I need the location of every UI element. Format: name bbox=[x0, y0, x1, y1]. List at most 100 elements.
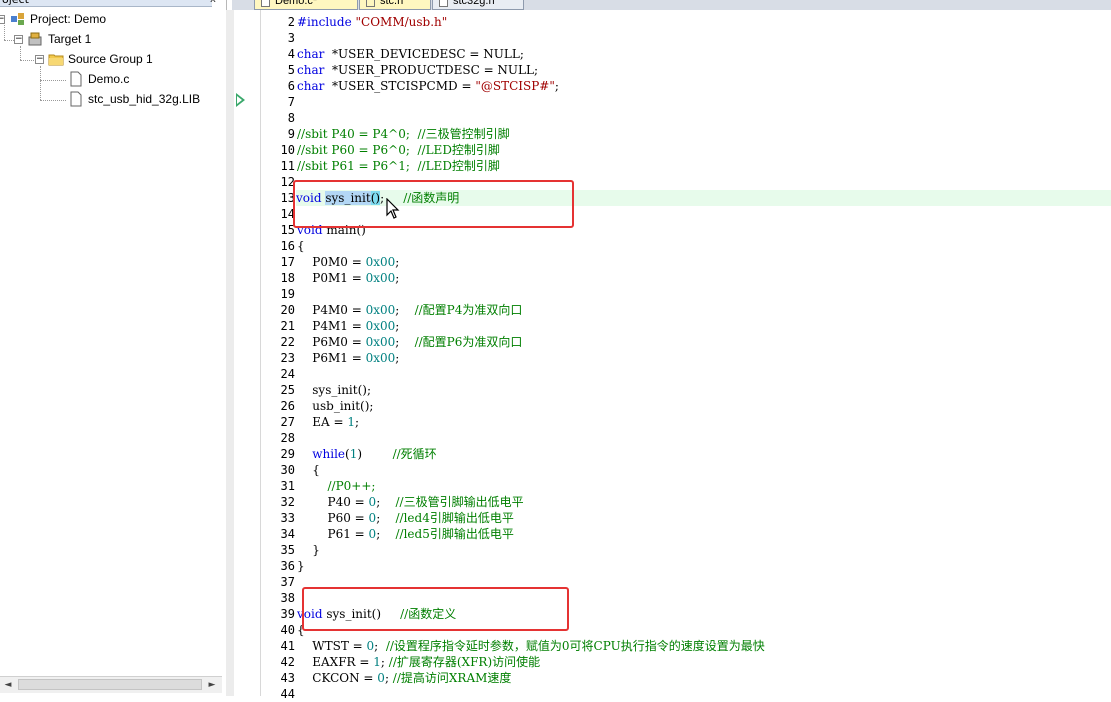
line-number: 4 bbox=[287, 47, 295, 61]
code-line[interactable]: usb_init(); bbox=[297, 398, 373, 414]
collapse-toggle-icon[interactable]: − bbox=[0, 15, 5, 24]
close-icon[interactable]: x bbox=[207, 0, 219, 5]
line-number: 2 bbox=[287, 15, 295, 29]
file-icon bbox=[366, 0, 375, 7]
code-token: 0 bbox=[366, 639, 375, 653]
code-token: P40 = bbox=[297, 495, 369, 509]
code-line[interactable]: P0M0 = 0x00; bbox=[297, 254, 399, 270]
code-line[interactable]: char *USER_PRODUCTDESC = NULL; bbox=[297, 62, 538, 78]
code-line[interactable]: //P0++; bbox=[297, 478, 376, 494]
tab-stc32g-h[interactable]: stc32g.h bbox=[432, 0, 524, 10]
collapse-toggle-icon[interactable]: − bbox=[35, 55, 44, 64]
code-line[interactable]: P4M1 = 0x00; bbox=[297, 318, 399, 334]
line-number: 24 bbox=[280, 367, 295, 381]
line-number: 12 bbox=[280, 175, 295, 189]
code-token: 0x00 bbox=[365, 271, 396, 285]
tree-item-file[interactable]: stc_usb_hid_32g.LIB bbox=[68, 90, 200, 108]
code-line[interactable]: P60 = 0; //led4引脚输出低电平 bbox=[297, 510, 514, 526]
line-number: 35 bbox=[280, 543, 295, 557]
scroll-left-icon[interactable]: ◄ bbox=[0, 677, 16, 693]
line-number: 34 bbox=[280, 527, 295, 541]
code-line[interactable]: P61 = 0; //led5引脚输出低电平 bbox=[297, 526, 514, 542]
breakpoint-margin[interactable] bbox=[234, 10, 261, 696]
scroll-right-icon[interactable]: ► bbox=[204, 677, 220, 693]
code-line[interactable]: P6M0 = 0x00; //配置P6为准双向口 bbox=[297, 334, 522, 350]
line-number: 43 bbox=[280, 671, 295, 685]
tree-line bbox=[20, 46, 21, 60]
code-line[interactable]: //sbit P60 = P6^0; //LED控制引脚 bbox=[297, 142, 500, 158]
code-token: ; bbox=[395, 351, 400, 365]
horizontal-scrollbar[interactable]: ◄ ► bbox=[0, 676, 222, 693]
code-line[interactable]: { bbox=[297, 462, 320, 478]
code-line[interactable]: P40 = 0; //三极管引脚输出低电平 bbox=[297, 494, 524, 510]
code-line[interactable]: sys_init(); bbox=[297, 382, 371, 398]
code-line[interactable]: { bbox=[297, 238, 305, 254]
code-line[interactable]: char *USER_STCISPCMD = "@STCISP#"; bbox=[297, 78, 559, 94]
line-number: 18 bbox=[280, 271, 295, 285]
code-line[interactable]: P6M1 = 0x00; bbox=[297, 350, 399, 366]
code-token: P0M0 = bbox=[297, 255, 366, 269]
line-number: 5 bbox=[287, 63, 295, 77]
code-line[interactable]: P0M1 = 0x00; bbox=[297, 270, 399, 286]
code-line[interactable]: while(1) //死循环 bbox=[297, 446, 436, 462]
tree-item-label: Project: Demo bbox=[30, 12, 107, 26]
code-line[interactable]: #include "COMM/usb.h" bbox=[297, 14, 447, 30]
tree-item-file[interactable]: Demo.c bbox=[68, 70, 129, 88]
code-token: ; bbox=[374, 639, 386, 653]
tree-line bbox=[20, 60, 34, 61]
tree-item-target[interactable]: Target 1 bbox=[28, 30, 91, 48]
tree-item-source-group[interactable]: Source Group 1 bbox=[48, 50, 153, 68]
file-icon bbox=[439, 0, 448, 7]
collapse-toggle-icon[interactable]: − bbox=[14, 35, 23, 44]
line-number: 40 bbox=[280, 623, 295, 637]
editor-tab-bar: Demo.c* stc.h stc32g.h bbox=[232, 0, 1111, 10]
code-token: *USER_DEVICEDESC = NULL; bbox=[324, 47, 524, 61]
code-token: 0x00 bbox=[365, 351, 396, 365]
code-token: while bbox=[297, 447, 346, 461]
code-token: 0 bbox=[377, 671, 385, 685]
line-number: 3 bbox=[287, 31, 295, 45]
tree-item-project[interactable]: Project: Demo bbox=[10, 10, 106, 28]
code-token: ; bbox=[380, 655, 389, 669]
line-number: 25 bbox=[280, 383, 295, 397]
code-line[interactable]: EA = 1; bbox=[297, 414, 359, 430]
code-token: ; bbox=[395, 271, 400, 285]
line-number: 13 bbox=[280, 191, 295, 205]
line-number: 23 bbox=[280, 351, 295, 365]
code-token: char bbox=[297, 47, 325, 61]
code-token: //sbit P40 = P4^0; //三极管控制引脚 bbox=[297, 127, 510, 141]
line-number: 19 bbox=[280, 287, 295, 301]
code-token: EA = bbox=[297, 415, 348, 429]
code-token: sys_init(); bbox=[297, 383, 371, 397]
line-number: 16 bbox=[280, 239, 295, 253]
target-icon bbox=[28, 31, 44, 47]
code-line[interactable]: EAXFR = 1; //扩展寄存器(XFR)访问使能 bbox=[297, 654, 540, 670]
code-token: ; bbox=[376, 495, 396, 509]
code-token: //配置P6为准双向口 bbox=[414, 335, 523, 349]
code-line[interactable]: } bbox=[297, 542, 320, 558]
tree-line bbox=[40, 66, 41, 100]
code-token: //配置P4为准双向口 bbox=[414, 303, 523, 317]
code-token: char bbox=[297, 63, 325, 77]
code-line[interactable]: } bbox=[297, 558, 305, 574]
tab-label: stc.h bbox=[380, 0, 404, 7]
line-number: 33 bbox=[280, 511, 295, 525]
tab-stc-h[interactable]: stc.h bbox=[359, 0, 431, 10]
tab-demo-c[interactable]: Demo.c* bbox=[254, 0, 358, 10]
code-line[interactable]: CKCON = 0; //提高访问XRAM速度 bbox=[297, 670, 511, 686]
code-line[interactable]: //sbit P61 = P6^1; //LED控制引脚 bbox=[297, 158, 500, 174]
line-number: 20 bbox=[280, 303, 295, 317]
code-line[interactable]: P4M0 = 0x00; //配置P4为准双向口 bbox=[297, 302, 522, 318]
code-token: ) bbox=[357, 447, 393, 461]
code-token: //扩展寄存器(XFR)访问使能 bbox=[388, 655, 541, 669]
line-number: 38 bbox=[280, 591, 295, 605]
code-line[interactable]: //sbit P40 = P4^0; //三极管控制引脚 bbox=[297, 126, 510, 142]
line-number: 21 bbox=[280, 319, 295, 333]
line-number: 37 bbox=[280, 575, 295, 589]
code-line[interactable]: char *USER_DEVICEDESC = NULL; bbox=[297, 46, 524, 62]
tab-label: stc32g.h bbox=[453, 0, 495, 7]
code-token: EAXFR = bbox=[297, 655, 374, 669]
code-token: { bbox=[297, 239, 305, 253]
scrollbar-thumb[interactable] bbox=[18, 679, 202, 690]
code-line[interactable]: WTST = 0; //设置程序指令延时参数，赋值为0可将CPU执行指令的速度设… bbox=[297, 638, 764, 654]
